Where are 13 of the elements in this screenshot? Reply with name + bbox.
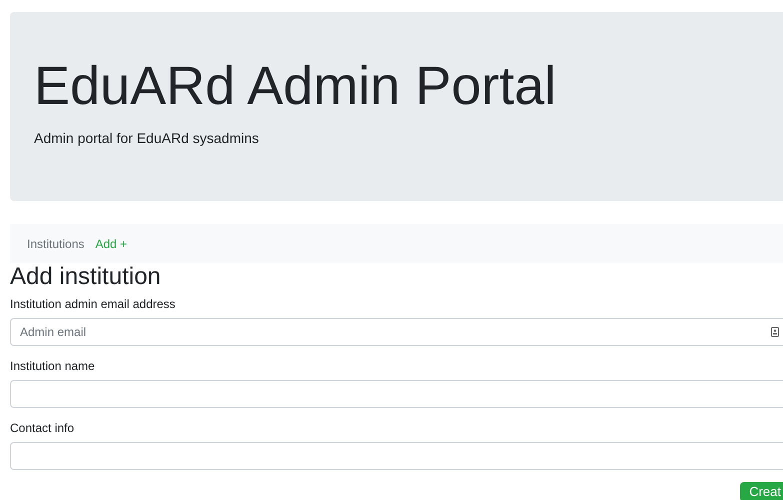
nav-link[interactable]: Institutions <box>27 234 84 252</box>
card-icon[interactable] <box>771 327 779 337</box>
input-field[interactable] <box>10 442 783 470</box>
page-title: EduARd Admin Portal <box>34 55 556 118</box>
page-subtitle: Admin portal for EduARd sysadmins <box>34 129 259 148</box>
input-field[interactable]: Admin email <box>10 318 783 346</box>
field-label: Institution admin email address <box>10 296 176 313</box>
field-label: Contact info <box>10 420 74 437</box>
form-heading: Add institution <box>10 263 161 291</box>
input-field[interactable] <box>10 380 783 408</box>
nav-link[interactable]: Add + <box>95 234 128 252</box>
create-button[interactable]: Creat <box>740 482 783 500</box>
field-label: Institution name <box>10 358 95 375</box>
